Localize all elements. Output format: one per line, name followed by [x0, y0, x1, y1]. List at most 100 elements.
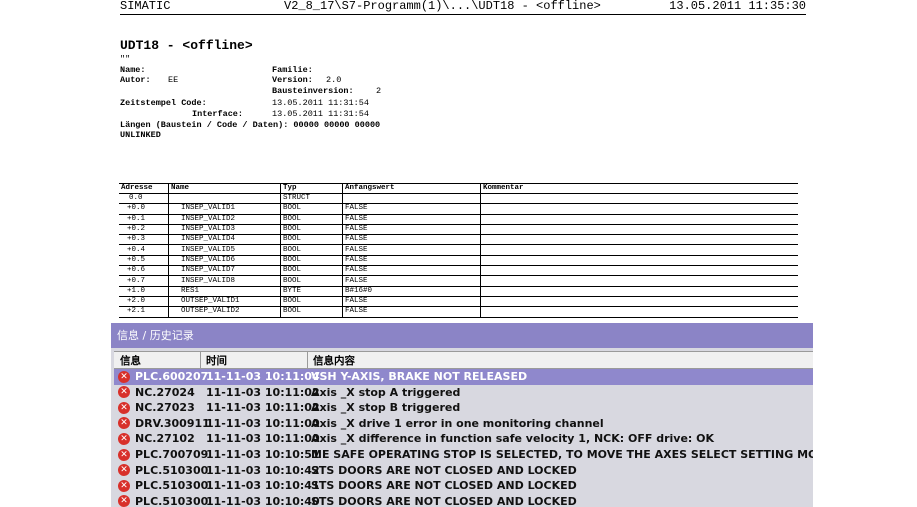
alarm-row[interactable]: ✕ NC.27102 11-11-03 10:11:00 Axis _X differ…	[114, 431, 813, 447]
cell-adresse: +0.5	[119, 255, 169, 267]
cell-anfangswert: FALSE	[342, 275, 481, 287]
alarm-row[interactable]: ✕ DRV.300911 11-11-03 10:11:00 Axis _X driv…	[114, 416, 813, 432]
alarm-id: NC.27102	[135, 432, 195, 446]
cell-typ: BOOL	[280, 244, 343, 256]
col-adresse: Adresse	[119, 183, 169, 194]
cell-kommentar	[480, 306, 798, 318]
col-time[interactable]: 时间	[206, 353, 227, 368]
alarm-text: STS DOORS ARE NOT CLOSED AND LOCKED	[311, 463, 577, 477]
alarm-text: ME SAFE OPERATING STOP IS SELECTED, TO M…	[311, 448, 813, 461]
alarm-id: PLC.510300	[135, 494, 209, 507]
col-content[interactable]: 信息内容	[313, 353, 355, 368]
error-x-icon: ✕	[118, 386, 130, 399]
print-header: SIMATIC V2_8_17\S7-Programm(1)\...\UDT18…	[120, 0, 806, 15]
alarm-text: STS DOORS ARE NOT CLOSED AND LOCKED	[311, 494, 577, 507]
cell-adresse: 0.0	[119, 193, 169, 205]
cell-name: INSEP_VALID7	[168, 265, 281, 277]
cell-name: INSEP_VALID6	[168, 255, 281, 267]
cell-adresse: +0.4	[119, 244, 169, 256]
table-row: +0.0 INSEP_VALID1 BOOL FALSE	[119, 203, 798, 215]
declaration-header: Adresse Name Typ Anfangswert Kommentar	[119, 183, 798, 194]
autor-label: Autor:	[120, 75, 151, 85]
cell-name: OUTSEP_VALID1	[168, 296, 281, 308]
alarm-row[interactable]: ✕ PLC.510300 11-11-03 10:10:42 STS DOORS AR…	[114, 463, 813, 479]
error-x-icon: ✕	[118, 432, 130, 445]
cell-adresse: +0.2	[119, 224, 169, 236]
cell-name: INSEP_VALID1	[168, 203, 281, 215]
cell-kommentar	[480, 286, 798, 297]
header-path: V2_8_17\S7-Programm(1)\...\UDT18 - <offl…	[284, 0, 601, 13]
version-value: 2.0	[326, 75, 342, 85]
error-x-icon: ✕	[118, 370, 130, 383]
cell-typ: BYTE	[280, 286, 343, 297]
alarm-id: PLC.700709	[135, 448, 209, 461]
cell-anfangswert: FALSE	[342, 306, 481, 318]
alarm-id: NC.27023	[135, 401, 195, 415]
col-kommentar: Kommentar	[480, 183, 798, 194]
alarm-row[interactable]: ✕ PLC.510300 11-11-03 10:10:40 STS DOORS AR…	[114, 494, 813, 507]
bausteinversion-value: 2	[376, 86, 382, 96]
col-name: Name	[168, 183, 281, 194]
bausteinversion-label: Bausteinversion:	[272, 86, 354, 96]
cell-kommentar	[480, 214, 798, 225]
alarm-row[interactable]: ✕ NC.27024 11-11-03 10:11:02 Axis _X stop A…	[114, 385, 813, 401]
cell-kommentar	[480, 255, 798, 267]
error-x-icon: ✕	[118, 417, 130, 430]
cell-typ: BOOL	[280, 306, 343, 318]
alarm-time: 11-11-03 10:11:00	[206, 432, 320, 446]
cell-name: INSEP_VALID8	[168, 275, 281, 287]
autor-value: EE	[168, 75, 179, 85]
col-anfangswert: Anfangswert	[342, 183, 481, 194]
col-divider[interactable]	[307, 352, 308, 368]
col-typ: Typ	[280, 183, 343, 194]
declaration-table: Adresse Name Typ Anfangswert Kommentar 0…	[119, 183, 798, 318]
quote-text: ""	[120, 54, 131, 64]
alarm-time: 11-11-03 10:10:51	[206, 448, 320, 461]
panel-title: 信息 / 历史记录	[117, 329, 194, 342]
alarm-time: 11-11-03 10:11:02	[206, 401, 320, 415]
cell-anfangswert: FALSE	[342, 214, 481, 225]
alarm-id: NC.27024	[135, 385, 195, 399]
alarm-row[interactable]: ✕ PLC.600207 11-11-03 10:11:04 VSH Y-AXIS, …	[114, 369, 813, 385]
cell-name: INSEP_VALID4	[168, 234, 281, 246]
alarm-time: 11-11-03 10:11:00	[206, 416, 320, 430]
alarm-time: 11-11-03 10:10:41	[206, 479, 320, 493]
cell-adresse: +0.3	[119, 234, 169, 246]
alarm-text: VSH Y-AXIS, BRAKE NOT RELEASED	[311, 370, 528, 383]
alarm-row[interactable]: ✕ PLC.510300 11-11-03 10:10:41 STS DOORS AR…	[114, 478, 813, 494]
alarm-text: STS DOORS ARE NOT CLOSED AND LOCKED	[311, 479, 577, 493]
alarm-history-panel: 信息 / 历史记录 信息 时间 信息内容 ✕ PLC.600207 11-11-03…	[111, 323, 813, 507]
alarm-text: Axis _X stop B triggered	[311, 401, 461, 415]
cell-typ: BOOL	[280, 255, 343, 267]
familie-label: Familie:	[272, 65, 313, 75]
cell-typ: BOOL	[280, 296, 343, 308]
version-label: Version:	[272, 75, 313, 85]
cell-adresse: +0.7	[119, 275, 169, 287]
cell-name: OUTSEP_VALID2	[168, 306, 281, 318]
cell-name: INSEP_VALID3	[168, 224, 281, 236]
interface-value: 13.05.2011 11:31:54	[272, 109, 369, 119]
alarm-id: DRV.300911	[135, 416, 210, 430]
cell-adresse: +0.0	[119, 203, 169, 215]
table-row: +2.0 OUTSEP_VALID1 BOOL FALSE	[119, 296, 798, 308]
alarm-row[interactable]: ✕ PLC.700709 11-11-03 10:10:51 ME SAFE OPER…	[114, 447, 813, 463]
cell-typ: BOOL	[280, 234, 343, 246]
col-divider[interactable]	[200, 352, 201, 368]
table-row: +0.2 INSEP_VALID3 BOOL FALSE	[119, 224, 798, 236]
alarm-time: 11-11-03 10:11:02	[206, 385, 320, 399]
alarm-time: 11-11-03 10:10:42	[206, 463, 320, 477]
table-row: +0.5 INSEP_VALID6 BOOL FALSE	[119, 255, 798, 267]
alarm-row[interactable]: ✕ NC.27023 11-11-03 10:11:02 Axis _X stop B…	[114, 400, 813, 416]
cell-adresse: +0.1	[119, 214, 169, 225]
alarm-text: Axis _X stop A triggered	[311, 385, 461, 399]
cell-anfangswert: FALSE	[342, 255, 481, 267]
cell-kommentar	[480, 265, 798, 277]
cell-typ: BOOL	[280, 265, 343, 277]
cell-anfangswert: FALSE	[342, 296, 481, 308]
cell-kommentar	[480, 224, 798, 236]
panel-title-bar: 信息 / 历史记录	[111, 323, 813, 348]
cell-name: INSEP_VALID5	[168, 244, 281, 256]
cell-kommentar	[480, 193, 798, 205]
interface-label: Interface:	[192, 109, 244, 119]
col-info[interactable]: 信息	[120, 353, 141, 368]
